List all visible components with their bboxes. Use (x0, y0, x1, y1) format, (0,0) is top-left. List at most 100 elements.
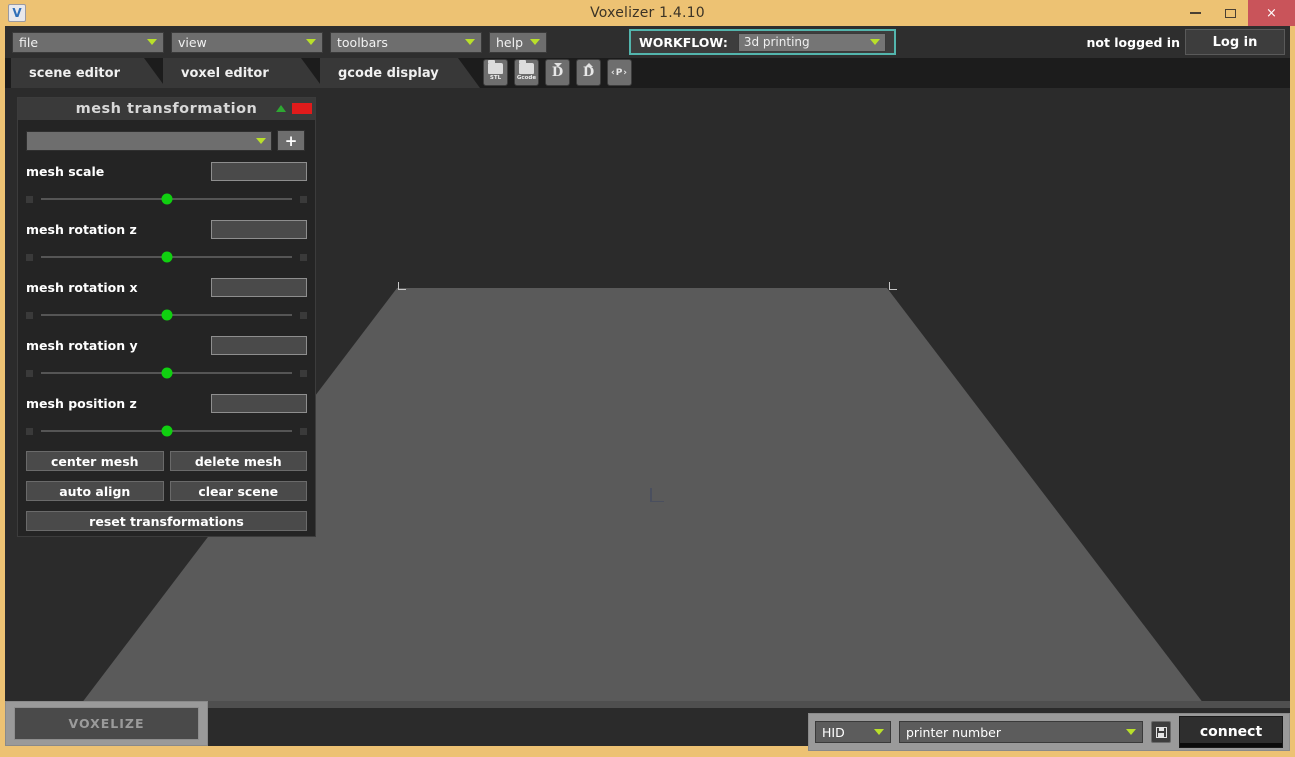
panel-header: mesh transformation (18, 98, 315, 120)
mesh-position-z-slider[interactable] (26, 421, 307, 441)
connection-type-dropdown[interactable]: HID (815, 721, 891, 743)
close-icon: × (1266, 5, 1277, 21)
field-mesh-scale: mesh scale (26, 162, 307, 209)
maximize-button[interactable] (1213, 0, 1248, 26)
voxelize-panel: VOXELIZE (5, 701, 208, 746)
chevron-down-icon (874, 729, 884, 735)
mesh-selector-row: + (26, 130, 307, 151)
mesh-rotation-z-slider[interactable] (26, 247, 307, 267)
login-status: not logged in (1086, 34, 1180, 50)
login-button[interactable]: Log in (1185, 29, 1285, 55)
slider-max-cap (300, 427, 307, 435)
mesh-position-z-label: mesh position z (26, 396, 137, 411)
workflow-label: WORKFLOW: (639, 34, 728, 50)
tab-gcode-display[interactable]: gcode display (320, 58, 480, 88)
mesh-rotation-y-input[interactable] (211, 336, 307, 355)
printer-profile-button[interactable]: ‹P› (607, 59, 632, 86)
slider-knob[interactable] (161, 425, 172, 437)
chevron-down-icon (530, 39, 540, 45)
slider-knob[interactable] (161, 367, 172, 379)
mesh-rotation-x-slider[interactable] (26, 305, 307, 325)
plate-corner-marker (889, 282, 897, 290)
slider-knob[interactable] (161, 251, 172, 263)
chevron-down-icon (1126, 729, 1136, 735)
mesh-position-z-input[interactable] (211, 394, 307, 413)
voxelize-button[interactable]: VOXELIZE (14, 707, 199, 740)
window-controls: × (1178, 0, 1295, 26)
mesh-rotation-y-slider[interactable] (26, 363, 307, 383)
minimize-icon (1190, 12, 1201, 14)
connection-type-value: HID (822, 724, 845, 740)
menu-item-file[interactable]: file (12, 31, 164, 53)
workflow-value: 3d printing (743, 35, 810, 49)
tab-voxel-editor[interactable]: voxel editor (163, 58, 323, 88)
menu-item-view[interactable]: view (171, 31, 323, 53)
minimize-button[interactable] (1178, 0, 1213, 26)
download-gcode-button[interactable]: D (545, 59, 570, 86)
slider-knob[interactable] (161, 193, 172, 205)
tab-bar: scene editor voxel editor gcode display … (5, 58, 1290, 88)
close-box-icon[interactable] (292, 103, 312, 114)
floppy-save-icon (1155, 726, 1167, 738)
open-stl-label: STL (489, 75, 502, 81)
maximize-icon (1225, 8, 1236, 18)
folder-stl-icon (488, 60, 503, 74)
mesh-selector-dropdown[interactable] (26, 130, 272, 151)
clear-scene-button[interactable]: clear scene (169, 481, 307, 501)
mesh-rotation-x-input[interactable] (211, 278, 307, 297)
field-mesh-position-z: mesh position z (26, 394, 307, 441)
delete-mesh-button[interactable]: delete mesh (169, 451, 307, 471)
panel-button-row-1: center mesh delete mesh (26, 451, 307, 471)
menu-item-help[interactable]: help (489, 31, 547, 53)
field-mesh-rotation-y: mesh rotation y (26, 336, 307, 383)
plate-corner-marker (398, 282, 406, 290)
workflow-dropdown[interactable]: 3d printing (737, 32, 886, 52)
app-window: V Voxelizer 1.4.10 × file view toolbars … (0, 0, 1295, 757)
reset-transformations-button[interactable]: reset transformations (26, 511, 307, 531)
slider-max-cap (300, 369, 307, 377)
connect-button[interactable]: connect (1179, 716, 1283, 748)
printer-profile-icon: ‹P› (610, 67, 628, 78)
chevron-down-icon (465, 39, 475, 45)
open-gcode-button[interactable]: Gcode (514, 59, 539, 86)
slider-track[interactable] (41, 251, 292, 263)
close-button[interactable]: × (1248, 0, 1295, 26)
slider-track[interactable] (41, 309, 292, 321)
tab-voxel-editor-label: voxel editor (181, 65, 269, 81)
download-gcode-label: D (551, 65, 564, 80)
slider-track[interactable] (41, 425, 292, 437)
slider-knob[interactable] (161, 309, 172, 321)
save-settings-button[interactable] (1151, 721, 1171, 743)
chevron-down-icon (256, 137, 266, 144)
menu-item-toolbars-label: toolbars (337, 34, 388, 50)
collapse-triangle-icon[interactable] (276, 105, 286, 112)
title-bar: V Voxelizer 1.4.10 × (0, 0, 1295, 26)
chevron-down-icon (869, 39, 880, 45)
slider-min-cap (26, 311, 33, 319)
field-mesh-rotation-z: mesh rotation z (26, 220, 307, 267)
mesh-rotation-z-input[interactable] (211, 220, 307, 239)
add-mesh-button[interactable]: + (277, 130, 305, 151)
slider-min-cap (26, 195, 33, 203)
panel-title: mesh transformation (75, 101, 258, 117)
menu-item-help-label: help (496, 34, 524, 50)
auto-align-button[interactable]: auto align (26, 481, 164, 501)
mesh-scale-input[interactable] (211, 162, 307, 181)
window-title: Voxelizer 1.4.10 (590, 5, 705, 21)
slider-max-cap (300, 195, 307, 203)
printer-number-dropdown[interactable]: printer number (899, 721, 1143, 743)
tab-scene-editor[interactable]: scene editor (11, 58, 166, 88)
printer-connection-bar: HID printer number connect (808, 713, 1290, 751)
slider-track[interactable] (41, 193, 292, 205)
chevron-down-icon (306, 39, 316, 45)
open-stl-button[interactable]: STL (483, 59, 508, 86)
center-mesh-button[interactable]: center mesh (26, 451, 164, 471)
mesh-rotation-y-label: mesh rotation y (26, 338, 138, 353)
upload-gcode-button[interactable]: D (576, 59, 601, 86)
slider-track[interactable] (41, 367, 292, 379)
menu-item-toolbars[interactable]: toolbars (330, 31, 482, 53)
mesh-scale-slider[interactable] (26, 189, 307, 209)
arrow-up-icon (584, 63, 593, 67)
panel-body: + mesh scale mesh rotation z mesh rotati… (18, 120, 315, 539)
panel-button-row-2: auto align clear scene (26, 481, 307, 501)
